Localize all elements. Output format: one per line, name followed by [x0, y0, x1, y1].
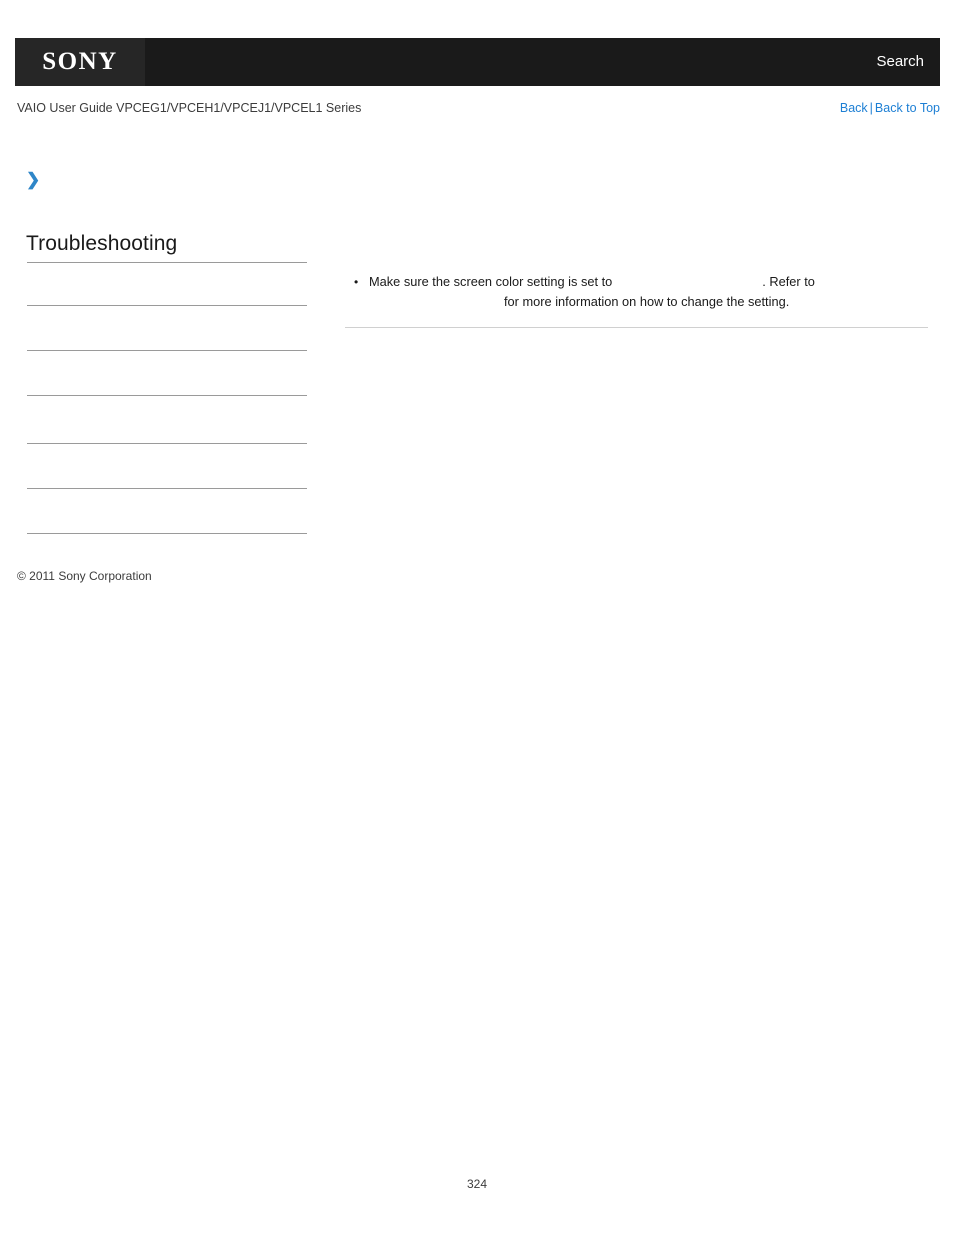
sidebar-divider [27, 305, 307, 306]
bullet-point-icon: • [354, 275, 359, 289]
bullet-text-after-gap: . Refer to [762, 274, 815, 289]
copyright-text: © 2011 Sony Corporation [17, 569, 152, 583]
bullet-text-before-gap: Make sure the screen color setting is se… [369, 274, 613, 289]
sidebar-divider [27, 488, 307, 489]
back-to-top-link[interactable]: Back to Top [875, 101, 940, 115]
nav-separator: | [869, 101, 873, 115]
sony-logo[interactable]: SONY [15, 38, 145, 86]
bullet-list: • Make sure the screen color setting is … [345, 272, 930, 312]
header-nav-links: Back | Back to Top [840, 101, 940, 115]
search-button[interactable]: Search [876, 38, 924, 86]
chevron-right-icon: ❯ [26, 170, 41, 189]
subheader: VAIO User Guide VPCEG1/VPCEH1/VPCEJ1/VPC… [0, 101, 954, 123]
sidebar-divider [27, 395, 307, 396]
sidebar-divider [27, 350, 307, 351]
list-item: • Make sure the screen color setting is … [345, 272, 930, 312]
guide-title: VAIO User Guide VPCEG1/VPCEH1/VPCEJ1/VPC… [17, 101, 362, 115]
content-divider [345, 327, 928, 328]
site-header-bar: SONY Search [15, 38, 940, 86]
sidebar-divider [27, 533, 307, 534]
sidebar-divider [27, 262, 307, 263]
page-title: Troubleshooting [26, 232, 178, 255]
page-number: 324 [466, 1177, 488, 1191]
breadcrumb[interactable]: ❯ [26, 170, 46, 190]
sidebar-divider [27, 443, 307, 444]
sony-logo-text: SONY [42, 48, 118, 75]
bullet-text-line2: for more information on how to change th… [504, 294, 790, 309]
back-link[interactable]: Back [840, 101, 868, 115]
